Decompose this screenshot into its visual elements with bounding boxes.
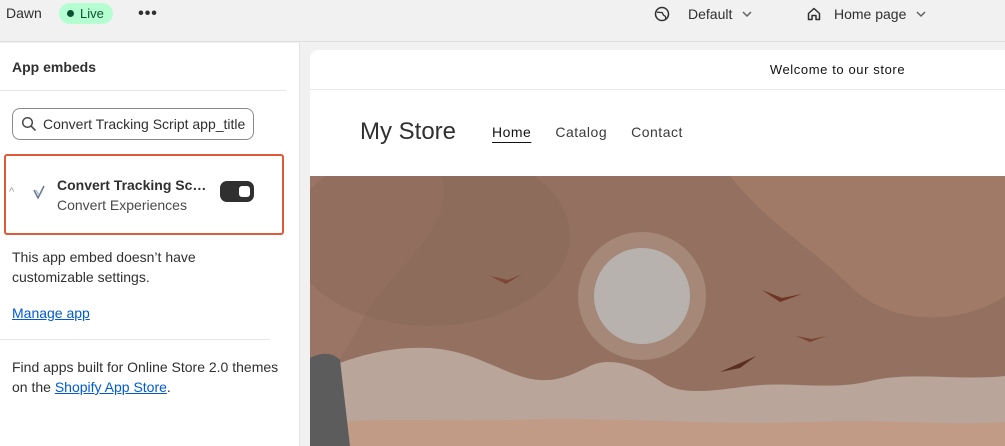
home-icon (807, 7, 821, 21)
nav-item-contact[interactable]: Contact (631, 124, 683, 140)
find-apps-suffix: . (166, 379, 171, 395)
divider (0, 90, 286, 91)
editor-topbar: Dawn Live ••• Default Home page (0, 0, 1005, 42)
hero-banner-image (310, 176, 1005, 446)
nav-item-home[interactable]: Home (492, 124, 531, 140)
theme-style-select[interactable]: Default (654, 3, 754, 25)
page-select[interactable]: Home page (806, 3, 928, 25)
sidebar-title: App embeds (12, 59, 97, 75)
app-embed-card[interactable]: ^ Convert Tracking Script Convert Experi… (4, 154, 284, 235)
more-actions-button[interactable]: ••• (136, 4, 160, 24)
find-apps-text: Find apps built for Online Store 2.0 the… (12, 357, 282, 397)
app-store-link[interactable]: Shopify App Store (55, 379, 167, 395)
app-embed-developer: Convert Experiences (57, 197, 187, 213)
live-status-label: Live (80, 6, 104, 21)
announcement-bar: Welcome to our store (310, 50, 1005, 90)
no-settings-text: This app embed doesn’t have customizable… (12, 249, 196, 285)
sidebar-panel: App embeds ^ Convert Tracking Script Con… (0, 43, 300, 446)
globe-icon (654, 6, 670, 22)
live-dot-icon (67, 10, 74, 17)
page-select-label: Home page (834, 6, 907, 22)
app-embed-name: Convert Tracking Script (57, 177, 209, 193)
search-icon (21, 116, 36, 131)
toggle-knob (239, 186, 250, 197)
theme-name: Dawn (6, 5, 42, 21)
store-nav: Home Catalog Contact (492, 124, 683, 140)
search-input[interactable] (43, 116, 253, 132)
nav-item-catalog[interactable]: Catalog (555, 124, 607, 140)
divider (0, 339, 270, 340)
theme-style-label: Default (688, 6, 733, 22)
chevron-down-icon (916, 11, 926, 18)
chevron-up-icon[interactable]: ^ (9, 186, 14, 198)
store-preview: Welcome to our store My Store Home Catal… (310, 50, 1005, 446)
convert-logo-icon (33, 185, 45, 199)
search-field[interactable] (12, 108, 254, 140)
announcement-text: Welcome to our store (769, 62, 906, 77)
manage-app-link[interactable]: Manage app (12, 305, 90, 321)
app-embed-toggle[interactable] (220, 181, 254, 202)
store-name[interactable]: My Store (360, 118, 456, 146)
chevron-down-icon (742, 11, 752, 18)
live-status-badge: Live (59, 3, 113, 24)
